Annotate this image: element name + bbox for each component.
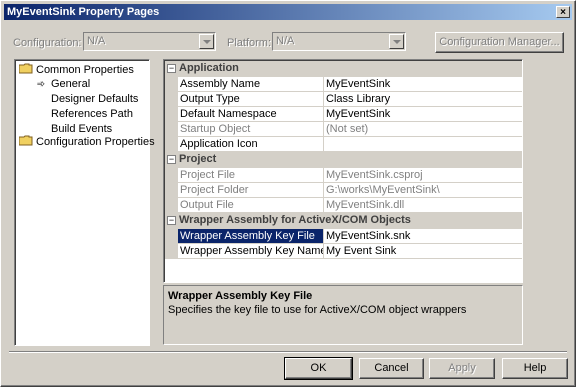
- row-gutter: [165, 77, 178, 92]
- property-value[interactable]: My Event Sink: [324, 244, 522, 259]
- category-name: Wrapper Assembly for ActiveX/COM Objects: [179, 214, 411, 226]
- property-name: Wrapper Assembly Key Name: [178, 244, 324, 259]
- property-value[interactable]: MyEventSink.dll: [324, 198, 522, 213]
- category-name: Project: [179, 153, 217, 165]
- tree-item-general[interactable]: ➾ General: [35, 77, 90, 91]
- row-gutter: [165, 137, 178, 152]
- property-name: Project File: [178, 168, 324, 183]
- row-gutter: [165, 183, 178, 198]
- tree-item-label: Build Events: [51, 123, 113, 135]
- property-row[interactable]: Assembly Name MyEventSink: [165, 77, 522, 92]
- property-name: Output Type: [178, 92, 324, 107]
- tree-item-label: Common Properties: [36, 64, 134, 76]
- platform-value: N/A: [276, 35, 295, 47]
- property-value[interactable]: G:\works\MyEventSink\: [324, 183, 522, 198]
- row-gutter: [165, 198, 178, 213]
- tree-item-designer-defaults[interactable]: Designer Defaults: [51, 92, 138, 106]
- property-description-pane: Wrapper Assembly Key File Specifies the …: [163, 285, 523, 345]
- chevron-down-icon[interactable]: [389, 34, 404, 49]
- property-row[interactable]: Project Folder G:\works\MyEventSink\: [165, 183, 522, 198]
- cancel-button[interactable]: Cancel: [359, 358, 424, 379]
- category-wrapper-assembly[interactable]: − Wrapper Assembly for ActiveX/COM Objec…: [165, 213, 522, 229]
- folder-icon: [18, 135, 33, 146]
- folder-icon: [18, 63, 33, 74]
- tree-item-label: General: [51, 78, 91, 90]
- platform-label: Platform:: [227, 37, 272, 49]
- row-gutter: [165, 229, 178, 244]
- property-value[interactable]: MyEventSink.snk: [324, 229, 522, 244]
- collapse-icon[interactable]: −: [167, 216, 176, 225]
- property-name: Application Icon: [178, 137, 324, 152]
- property-value[interactable]: (Not set): [324, 122, 522, 137]
- tree-item-common-properties[interactable]: Common Properties: [18, 63, 134, 77]
- row-gutter: [165, 122, 178, 137]
- category-project[interactable]: − Project: [165, 152, 522, 168]
- description-title: Wrapper Assembly Key File: [168, 290, 313, 302]
- property-row[interactable]: Startup Object (Not set): [165, 122, 522, 137]
- description-text: Specifies the key file to use for Active…: [168, 304, 467, 316]
- category-application[interactable]: − Application: [165, 61, 522, 77]
- divider: [9, 351, 567, 353]
- property-name: Output File: [178, 198, 324, 213]
- configuration-manager-button[interactable]: Configuration Manager...: [435, 32, 564, 53]
- property-row[interactable]: Default Namespace MyEventSink: [165, 107, 522, 122]
- arrow-right-icon: ➾: [36, 79, 46, 90]
- property-row[interactable]: Project File MyEventSink.csproj: [165, 168, 522, 183]
- configuration-label: Configuration:: [13, 37, 82, 49]
- property-grid[interactable]: − Application Assembly Name MyEventSink O…: [163, 59, 523, 283]
- property-value[interactable]: [324, 137, 522, 152]
- window-title: MyEventSink Property Pages: [7, 6, 160, 18]
- property-value[interactable]: MyEventSink: [324, 107, 522, 122]
- property-row-selected[interactable]: Wrapper Assembly Key File MyEventSink.snk: [165, 229, 522, 244]
- property-value[interactable]: MyEventSink.csproj: [324, 168, 522, 183]
- row-gutter: [165, 168, 178, 183]
- property-row[interactable]: Output File MyEventSink.dll: [165, 198, 522, 213]
- property-row[interactable]: Output Type Class Library: [165, 92, 522, 107]
- row-gutter: [165, 244, 178, 259]
- category-tree[interactable]: Common Properties ➾ General Designer Defa…: [14, 59, 155, 346]
- close-button[interactable]: ×: [556, 6, 570, 18]
- property-pages-window: MyEventSink Property Pages × Configurati…: [0, 0, 576, 387]
- property-row[interactable]: Application Icon: [165, 137, 522, 152]
- tree-item-build-events[interactable]: Build Events: [51, 122, 112, 136]
- property-name: Default Namespace: [178, 107, 324, 122]
- configuration-select[interactable]: N/A: [83, 32, 216, 51]
- property-value[interactable]: MyEventSink: [324, 77, 522, 92]
- tree-item-references-path[interactable]: References Path: [51, 107, 133, 121]
- property-name: Project Folder: [178, 183, 324, 198]
- row-gutter: [165, 107, 178, 122]
- collapse-icon[interactable]: −: [167, 155, 176, 164]
- property-name: Startup Object: [178, 122, 324, 137]
- collapse-icon[interactable]: −: [167, 64, 176, 73]
- property-name: Wrapper Assembly Key File: [178, 229, 324, 244]
- tree-item-label: Designer Defaults: [51, 93, 139, 105]
- property-value[interactable]: Class Library: [324, 92, 522, 107]
- row-gutter: [165, 92, 178, 107]
- chevron-down-icon[interactable]: [199, 34, 214, 49]
- platform-select[interactable]: N/A: [272, 32, 406, 51]
- apply-button[interactable]: Apply: [429, 358, 495, 379]
- tree-item-configuration-properties[interactable]: Configuration Properties: [18, 135, 155, 149]
- title-bar[interactable]: MyEventSink Property Pages ×: [4, 4, 572, 20]
- ok-button[interactable]: OK: [284, 357, 353, 380]
- category-name: Application: [179, 62, 239, 74]
- property-name: Assembly Name: [178, 77, 324, 92]
- property-row[interactable]: Wrapper Assembly Key Name My Event Sink: [165, 244, 522, 259]
- help-button[interactable]: Help: [502, 358, 568, 379]
- tree-item-label: Configuration Properties: [36, 136, 155, 148]
- tree-item-label: References Path: [51, 108, 133, 120]
- configuration-value: N/A: [87, 35, 106, 47]
